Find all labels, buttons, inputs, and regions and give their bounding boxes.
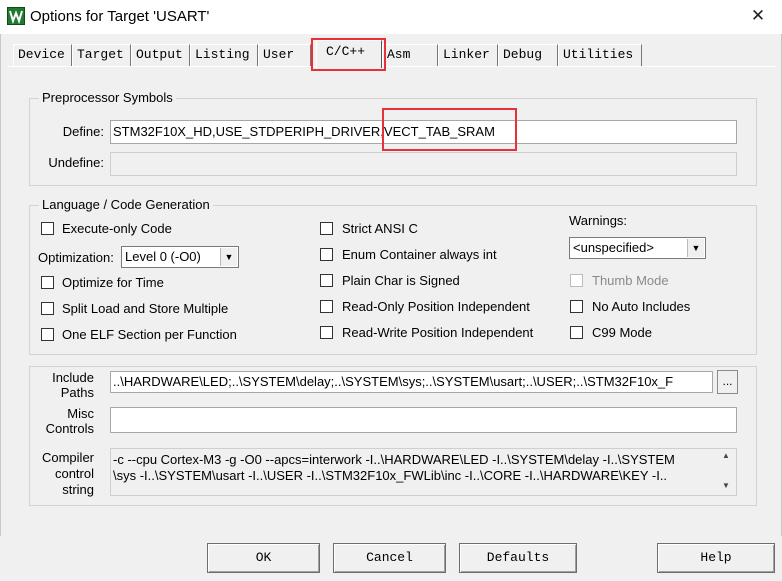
tab-output[interactable]: Output <box>131 44 190 66</box>
strict-ansi-checkbox[interactable] <box>320 222 333 235</box>
tab-user[interactable]: User <box>258 44 311 66</box>
scroll-down-icon[interactable]: ▼ <box>718 481 734 490</box>
include-label-line1: Include <box>52 370 94 385</box>
one-elf-section-checkbox[interactable] <box>41 328 54 341</box>
warnings-value: <unspecified> <box>573 240 654 255</box>
strict-ansi-label: Strict ANSI C <box>342 221 418 236</box>
language-group-title: Language / Code Generation <box>39 197 213 212</box>
undefine-label: Undefine: <box>48 155 104 170</box>
tab-c-cpp[interactable]: C/C++ <box>316 40 382 68</box>
help-button[interactable]: Help <box>657 543 775 573</box>
warnings-label: Warnings: <box>569 213 628 228</box>
chevron-down-icon: ▼ <box>220 248 237 266</box>
include-label-line2: Paths <box>60 385 94 400</box>
window-title: Options for Target 'USART' <box>30 8 210 25</box>
ok-button[interactable]: OK <box>207 543 320 573</box>
compiler-label-line1: Compiler <box>41 450 94 465</box>
enum-int-label: Enum Container always int <box>342 247 497 262</box>
plain-char-checkbox[interactable] <box>320 274 333 287</box>
split-load-store-label: Split Load and Store Multiple <box>62 301 229 316</box>
ro-pos-indep-label: Read-Only Position Independent <box>342 299 530 314</box>
optimize-time-label: Optimize for Time <box>62 275 164 290</box>
ro-pos-indep-checkbox[interactable] <box>320 300 333 313</box>
split-load-store-checkbox[interactable] <box>41 302 54 315</box>
define-input[interactable]: STM32F10X_HD,USE_STDPERIPH_DRIVER,VECT_T… <box>110 120 737 144</box>
no-auto-includes-label: No Auto Includes <box>592 299 691 314</box>
optimization-label: Optimization: <box>38 250 114 265</box>
tab-utilities[interactable]: Utilities <box>558 44 642 66</box>
include-paths-input[interactable]: ..\HARDWARE\LED;..\SYSTEM\delay;..\SYSTE… <box>110 371 713 393</box>
compiler-label-line3: string <box>62 482 94 497</box>
tab-listing[interactable]: Listing <box>190 44 258 66</box>
tab-debug[interactable]: Debug <box>498 44 558 66</box>
tab-strip-line <box>8 66 776 67</box>
compiler-control-label: Compiler control string <box>36 450 94 498</box>
include-browse-button[interactable]: ... <box>717 370 738 394</box>
tab-device[interactable]: Device <box>13 44 72 66</box>
execute-only-checkbox[interactable] <box>41 222 54 235</box>
define-label: Define: <box>62 124 104 139</box>
enum-int-checkbox[interactable] <box>320 248 333 261</box>
chevron-down-icon: ▼ <box>687 239 704 257</box>
scroll-up-icon[interactable]: ▲ <box>718 451 734 460</box>
c99-mode-label: C99 Mode <box>592 325 652 340</box>
cancel-button[interactable]: Cancel <box>333 543 446 573</box>
compiler-scrollbar[interactable]: ▲ ▼ <box>718 449 735 495</box>
misc-label-line2: Controls <box>45 421 94 436</box>
plain-char-label: Plain Char is Signed <box>342 273 460 288</box>
keil-uvision-icon <box>7 7 25 25</box>
thumb-mode-label: Thumb Mode <box>592 273 669 288</box>
optimization-value: Level 0 (-O0) <box>125 249 201 264</box>
execute-only-label: Execute-only Code <box>62 221 172 236</box>
include-paths-label: Include Paths <box>36 370 94 400</box>
optimization-select[interactable]: Level 0 (-O0) ▼ <box>121 246 239 268</box>
tab-target[interactable]: Target <box>72 44 131 66</box>
tab-asm[interactable]: Asm <box>382 44 438 66</box>
thumb-mode-checkbox <box>570 274 583 287</box>
one-elf-section-label: One ELF Section per Function <box>62 327 237 342</box>
misc-controls-label: Misc Controls <box>36 406 94 436</box>
preprocessor-group-title: Preprocessor Symbols <box>39 90 176 105</box>
compiler-control-string: -c --cpu Cortex-M3 -g -O0 --apcs=interwo… <box>110 448 737 496</box>
compiler-label-line2: control <box>54 466 94 481</box>
undefine-input <box>110 152 737 176</box>
defaults-button[interactable]: Defaults <box>459 543 577 573</box>
misc-label-line1: Misc <box>67 406 94 421</box>
tab-linker[interactable]: Linker <box>438 44 498 66</box>
optimize-time-checkbox[interactable] <box>41 276 54 289</box>
c99-mode-checkbox[interactable] <box>570 326 583 339</box>
misc-controls-input[interactable] <box>110 407 737 433</box>
rw-pos-indep-label: Read-Write Position Independent <box>342 325 534 340</box>
warnings-select[interactable]: <unspecified> ▼ <box>569 237 706 259</box>
close-icon[interactable]: ✕ <box>738 0 778 34</box>
rw-pos-indep-checkbox[interactable] <box>320 326 333 339</box>
no-auto-includes-checkbox[interactable] <box>570 300 583 313</box>
